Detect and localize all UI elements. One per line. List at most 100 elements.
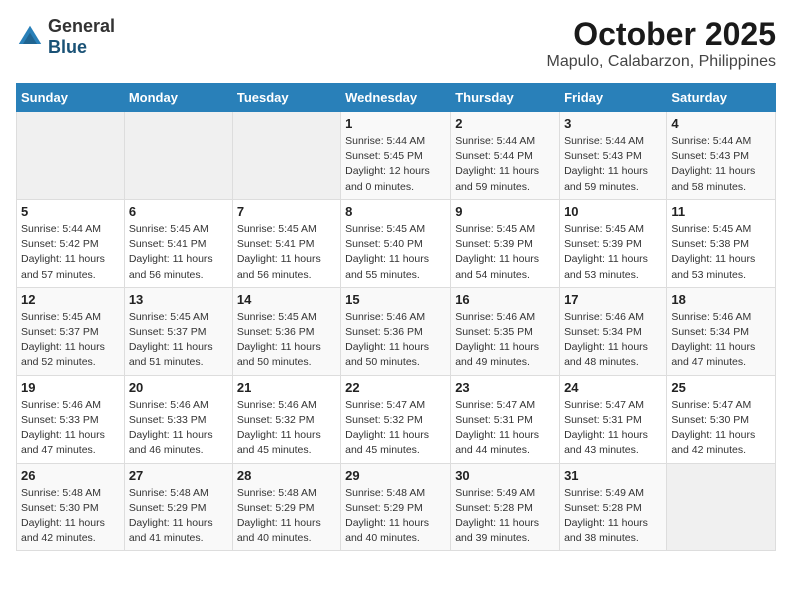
- logo-blue: Blue: [48, 37, 87, 57]
- day-detail: Sunrise: 5:46 AMSunset: 5:33 PMDaylight:…: [129, 398, 228, 459]
- calendar-cell: [232, 112, 340, 200]
- title-section: October 2025 Mapulo, Calabarzon, Philipp…: [547, 16, 776, 71]
- day-number: 8: [345, 204, 446, 219]
- calendar-header-row: SundayMondayTuesdayWednesdayThursdayFrid…: [17, 84, 776, 112]
- calendar-cell: 13 Sunrise: 5:45 AMSunset: 5:37 PMDayligh…: [124, 287, 232, 375]
- calendar-cell: [667, 463, 776, 551]
- logo-text: General Blue: [48, 16, 115, 58]
- day-number: 24: [564, 380, 662, 395]
- calendar-cell: 29 Sunrise: 5:48 AMSunset: 5:29 PMDayligh…: [341, 463, 451, 551]
- calendar-cell: 14Sunrise: 5:45 AMSunset: 5:36 PMDayligh…: [232, 287, 340, 375]
- calendar-cell: 27Sunrise: 5:48 AMSunset: 5:29 PMDayligh…: [124, 463, 232, 551]
- logo: General Blue: [16, 16, 115, 58]
- calendar-cell: 6 Sunrise: 5:45 AMSunset: 5:41 PMDaylight…: [124, 199, 232, 287]
- day-detail: Sunrise: 5:44 AMSunset: 5:45 PMDaylight:…: [345, 134, 446, 195]
- calendar-week-row: 1 Sunrise: 5:44 AMSunset: 5:45 PMDaylight…: [17, 112, 776, 200]
- day-number: 1: [345, 116, 446, 131]
- day-detail: Sunrise: 5:44 AMSunset: 5:43 PMDaylight:…: [671, 134, 771, 195]
- calendar-cell: 23Sunrise: 5:47 AMSunset: 5:31 PMDayligh…: [451, 375, 560, 463]
- calendar-cell: 21 Sunrise: 5:46 AMSunset: 5:32 PMDayligh…: [232, 375, 340, 463]
- calendar-cell: 22Sunrise: 5:47 AMSunset: 5:32 PMDayligh…: [341, 375, 451, 463]
- header-wednesday: Wednesday: [341, 84, 451, 112]
- header-thursday: Thursday: [451, 84, 560, 112]
- day-detail: Sunrise: 5:46 AMSunset: 5:34 PMDaylight:…: [671, 310, 771, 371]
- calendar-cell: 30 Sunrise: 5:49 AMSunset: 5:28 PMDayligh…: [451, 463, 560, 551]
- day-detail: Sunrise: 5:45 AMSunset: 5:39 PMDaylight:…: [564, 222, 662, 283]
- calendar-cell: 11Sunrise: 5:45 AMSunset: 5:38 PMDayligh…: [667, 199, 776, 287]
- day-number: 30: [455, 468, 555, 483]
- calendar-week-row: 12 Sunrise: 5:45 AMSunset: 5:37 PMDayligh…: [17, 287, 776, 375]
- day-detail: Sunrise: 5:46 AMSunset: 5:33 PMDaylight:…: [21, 398, 120, 459]
- calendar-cell: 17Sunrise: 5:46 AMSunset: 5:34 PMDayligh…: [560, 287, 667, 375]
- day-detail: Sunrise: 5:47 AMSunset: 5:30 PMDaylight:…: [671, 398, 771, 459]
- day-number: 25: [671, 380, 771, 395]
- header-monday: Monday: [124, 84, 232, 112]
- day-detail: Sunrise: 5:47 AMSunset: 5:31 PMDaylight:…: [455, 398, 555, 459]
- day-number: 28: [237, 468, 336, 483]
- day-detail: Sunrise: 5:47 AMSunset: 5:31 PMDaylight:…: [564, 398, 662, 459]
- day-number: 9: [455, 204, 555, 219]
- calendar-cell: 1 Sunrise: 5:44 AMSunset: 5:45 PMDaylight…: [341, 112, 451, 200]
- calendar-cell: 15Sunrise: 5:46 AMSunset: 5:36 PMDayligh…: [341, 287, 451, 375]
- day-number: 22: [345, 380, 446, 395]
- day-number: 6: [129, 204, 228, 219]
- calendar-cell: 24 Sunrise: 5:47 AMSunset: 5:31 PMDayligh…: [560, 375, 667, 463]
- day-number: 11: [671, 204, 771, 219]
- day-detail: Sunrise: 5:45 AMSunset: 5:37 PMDaylight:…: [129, 310, 228, 371]
- day-detail: Sunrise: 5:44 AMSunset: 5:44 PMDaylight:…: [455, 134, 555, 195]
- day-detail: Sunrise: 5:46 AMSunset: 5:34 PMDaylight:…: [564, 310, 662, 371]
- day-number: 27: [129, 468, 228, 483]
- day-number: 21: [237, 380, 336, 395]
- day-detail: Sunrise: 5:45 AMSunset: 5:40 PMDaylight:…: [345, 222, 446, 283]
- day-detail: Sunrise: 5:49 AMSunset: 5:28 PMDaylight:…: [564, 486, 662, 547]
- calendar-cell: 25 Sunrise: 5:47 AMSunset: 5:30 PMDayligh…: [667, 375, 776, 463]
- day-detail: Sunrise: 5:45 AMSunset: 5:41 PMDaylight:…: [237, 222, 336, 283]
- day-detail: Sunrise: 5:46 AMSunset: 5:35 PMDaylight:…: [455, 310, 555, 371]
- calendar-week-row: 26 Sunrise: 5:48 AMSunset: 5:30 PMDayligh…: [17, 463, 776, 551]
- page-header: General Blue October 2025 Mapulo, Calaba…: [16, 16, 776, 71]
- calendar-cell: 18 Sunrise: 5:46 AMSunset: 5:34 PMDayligh…: [667, 287, 776, 375]
- day-detail: Sunrise: 5:45 AMSunset: 5:37 PMDaylight:…: [21, 310, 120, 371]
- calendar-cell: 20Sunrise: 5:46 AMSunset: 5:33 PMDayligh…: [124, 375, 232, 463]
- day-detail: Sunrise: 5:49 AMSunset: 5:28 PMDaylight:…: [455, 486, 555, 547]
- day-number: 12: [21, 292, 120, 307]
- day-detail: Sunrise: 5:48 AMSunset: 5:30 PMDaylight:…: [21, 486, 120, 547]
- calendar-table: SundayMondayTuesdayWednesdayThursdayFrid…: [16, 83, 776, 551]
- calendar-cell: 26 Sunrise: 5:48 AMSunset: 5:30 PMDayligh…: [17, 463, 125, 551]
- header-tuesday: Tuesday: [232, 84, 340, 112]
- day-number: 5: [21, 204, 120, 219]
- calendar-cell: 10Sunrise: 5:45 AMSunset: 5:39 PMDayligh…: [560, 199, 667, 287]
- day-number: 31: [564, 468, 662, 483]
- day-detail: Sunrise: 5:45 AMSunset: 5:41 PMDaylight:…: [129, 222, 228, 283]
- day-number: 26: [21, 468, 120, 483]
- calendar-cell: 2 Sunrise: 5:44 AMSunset: 5:44 PMDaylight…: [451, 112, 560, 200]
- day-number: 15: [345, 292, 446, 307]
- calendar-cell: 28 Sunrise: 5:48 AMSunset: 5:29 PMDayligh…: [232, 463, 340, 551]
- day-number: 29: [345, 468, 446, 483]
- day-number: 3: [564, 116, 662, 131]
- calendar-cell: 5Sunrise: 5:44 AMSunset: 5:42 PMDaylight…: [17, 199, 125, 287]
- day-detail: Sunrise: 5:48 AMSunset: 5:29 PMDaylight:…: [237, 486, 336, 547]
- calendar-cell: 9Sunrise: 5:45 AMSunset: 5:39 PMDaylight…: [451, 199, 560, 287]
- calendar-cell: 8 Sunrise: 5:45 AMSunset: 5:40 PMDaylight…: [341, 199, 451, 287]
- day-number: 19: [21, 380, 120, 395]
- calendar-cell: 16 Sunrise: 5:46 AMSunset: 5:35 PMDayligh…: [451, 287, 560, 375]
- day-number: 13: [129, 292, 228, 307]
- calendar-week-row: 5Sunrise: 5:44 AMSunset: 5:42 PMDaylight…: [17, 199, 776, 287]
- calendar-cell: 3 Sunrise: 5:44 AMSunset: 5:43 PMDaylight…: [560, 112, 667, 200]
- day-number: 18: [671, 292, 771, 307]
- calendar-cell: 4Sunrise: 5:44 AMSunset: 5:43 PMDaylight…: [667, 112, 776, 200]
- calendar-cell: [17, 112, 125, 200]
- day-number: 2: [455, 116, 555, 131]
- day-number: 16: [455, 292, 555, 307]
- calendar-cell: 31 Sunrise: 5:49 AMSunset: 5:28 PMDayligh…: [560, 463, 667, 551]
- logo-general: General: [48, 16, 115, 36]
- day-detail: Sunrise: 5:44 AMSunset: 5:43 PMDaylight:…: [564, 134, 662, 195]
- day-number: 7: [237, 204, 336, 219]
- logo-icon: [16, 23, 44, 51]
- day-detail: Sunrise: 5:48 AMSunset: 5:29 PMDaylight:…: [345, 486, 446, 547]
- header-friday: Friday: [560, 84, 667, 112]
- calendar-cell: 7 Sunrise: 5:45 AMSunset: 5:41 PMDaylight…: [232, 199, 340, 287]
- calendar-cell: 19 Sunrise: 5:46 AMSunset: 5:33 PMDayligh…: [17, 375, 125, 463]
- day-detail: Sunrise: 5:46 AMSunset: 5:32 PMDaylight:…: [237, 398, 336, 459]
